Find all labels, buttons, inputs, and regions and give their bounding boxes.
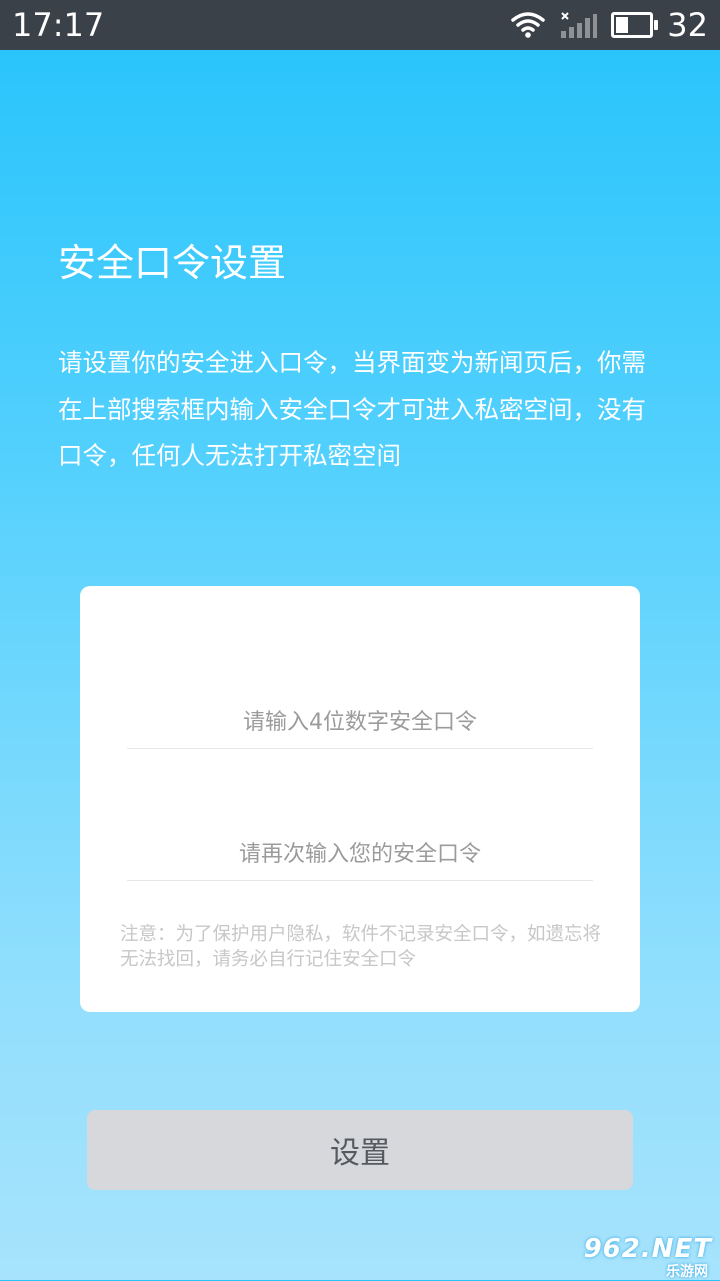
watermark-sub: 乐游网 (666, 1264, 708, 1280)
battery-icon (611, 12, 659, 38)
status-bar: 17:17 32 (0, 0, 720, 50)
set-button[interactable]: 设置 (87, 1110, 633, 1190)
password-input[interactable] (127, 702, 593, 749)
signal-icon (561, 12, 598, 38)
site-watermark-logo: 962.NET 乐游网 (580, 1234, 714, 1280)
status-icons: 32 (511, 8, 708, 42)
password-card: 注意：为了保护用户隐私，软件不记录安全口令，如遗忘将无法找回，请务必自行记住安全… (80, 586, 640, 1012)
page-title: 安全口令设置 (58, 241, 287, 285)
wifi-icon (511, 12, 546, 38)
confirm-password-input[interactable] (127, 834, 593, 881)
battery-level: 32 (667, 6, 708, 44)
page-description: 请设置你的安全进入口令，当界面变为新闻页后，你需在上部搜索框内输入安全口令才可进… (58, 348, 646, 470)
watermark-main: 962.NET (583, 1234, 712, 1264)
privacy-note: 注意：为了保护用户隐私，软件不记录安全口令，如遗忘将无法找回，请务必自行记住安全… (120, 924, 602, 970)
status-time: 17:17 (12, 6, 105, 44)
